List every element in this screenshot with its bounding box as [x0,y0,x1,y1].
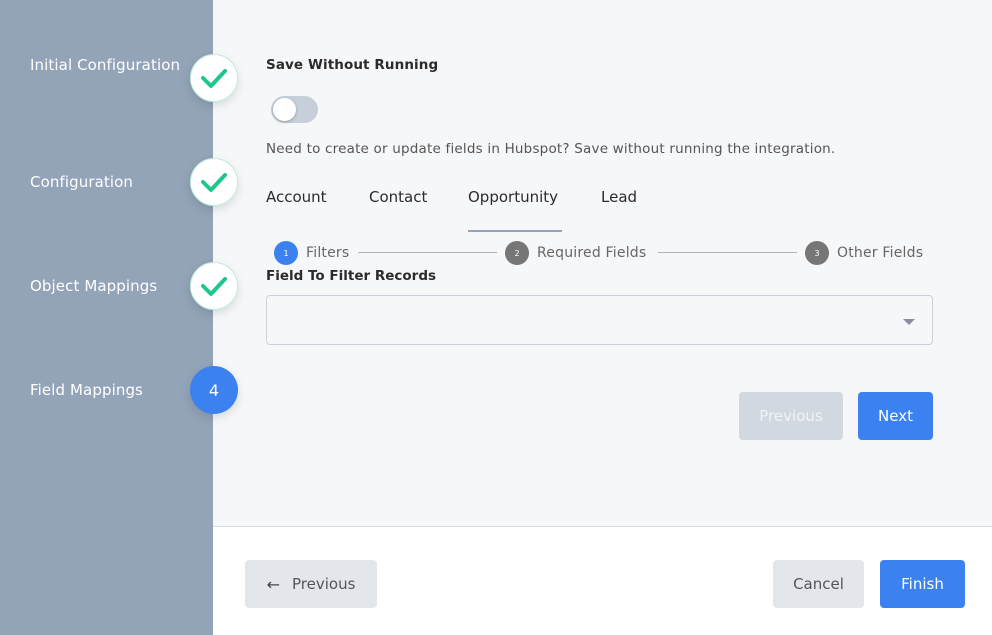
inner-next-button[interactable]: Next [858,392,933,440]
cancel-button[interactable]: Cancel [773,560,864,608]
chevron-down-icon [903,319,915,325]
substep-label: Required Fields [537,245,647,261]
field-mapping-stepper: 1 Filters 2 Required Fields 3 Other Fiel… [274,241,934,265]
step-active-badge: 4 [190,366,238,414]
wizard-sidebar: Initial Configuration Configuration Obje… [0,0,213,635]
sidebar-step-label: Object Mappings [30,277,158,295]
step-complete-badge [190,54,238,102]
substep-label: Other Fields [837,245,924,261]
substep-other-fields[interactable]: 3 Other Fields [805,241,923,265]
stepper-connector [358,252,497,253]
save-without-running-title: Save Without Running [266,57,439,73]
toggle-knob [273,98,296,121]
save-without-running-toggle[interactable] [271,96,318,123]
filter-field-select[interactable] [266,295,933,345]
tab-opportunity[interactable]: Opportunity [468,188,562,232]
substep-label: Filters [306,245,350,261]
check-icon [201,173,227,192]
save-without-running-helper: Need to create or update fields in Hubsp… [266,141,836,157]
filter-field-label: Field To Filter Records [266,268,437,284]
tab-lead[interactable]: Lead [601,188,637,232]
wizard-footer: ← Previous Cancel Finish [213,526,992,635]
sidebar-step-label: Field Mappings [30,381,143,399]
arrow-left-icon: ← [266,574,280,594]
tab-account[interactable]: Account [266,188,327,232]
substep-filters[interactable]: 1 Filters [274,241,349,265]
footer-previous-button[interactable]: ← Previous [245,560,377,608]
sidebar-step-label: Configuration [30,173,134,191]
finish-button[interactable]: Finish [880,560,965,608]
check-icon [201,69,227,88]
substep-number: 3 [805,241,829,265]
inner-previous-button[interactable]: Previous [739,392,843,440]
substep-required-fields[interactable]: 2 Required Fields [505,241,646,265]
sidebar-step-label: Initial Configuration [30,56,181,74]
check-icon [201,277,227,296]
main-content: Save Without Running Need to create or u… [213,0,992,526]
step-complete-badge [190,262,238,310]
stepper-connector [658,252,797,253]
footer-previous-label: Previous [292,575,356,593]
tab-contact[interactable]: Contact [369,188,427,232]
step-complete-badge [190,158,238,206]
substep-number: 1 [274,241,298,265]
substep-number: 2 [505,241,529,265]
